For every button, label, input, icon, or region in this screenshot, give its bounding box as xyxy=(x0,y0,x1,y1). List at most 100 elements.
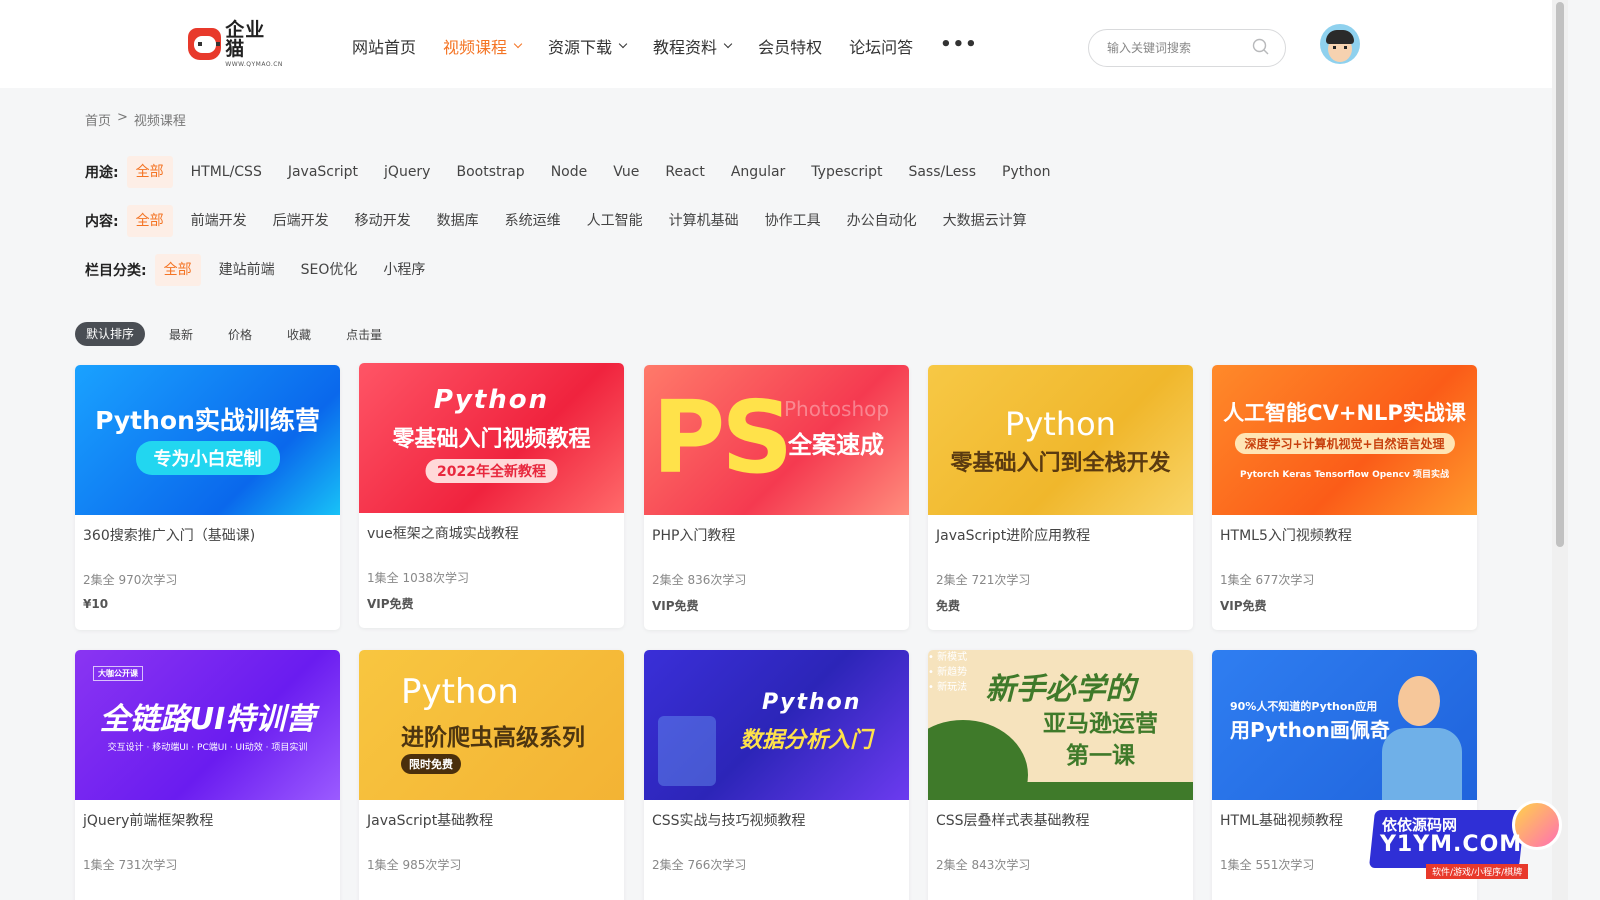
filter-option[interactable]: Sass/Less xyxy=(895,156,989,188)
course-meta: 1集全 677次学习 xyxy=(1220,573,1315,587)
course-thumbnail[interactable]: Python 零基础入门视频教程 2022年全新教程 xyxy=(359,363,624,513)
filter-label: 内容: xyxy=(85,214,119,230)
course-card[interactable]: Python 零基础入门到全栈开发 JavaScript进阶应用教程 2集全 7… xyxy=(928,365,1193,630)
course-card[interactable]: 新手必学的 亚马逊运营 第一课 • 新模式 • 新趋势 • 新玩法 CSS层叠样… xyxy=(928,650,1193,900)
course-card[interactable]: 大咖公开课 全链路UI特训营 交互设计 · 移动端UI · PC端UI · UI… xyxy=(75,650,340,900)
chevron-down-icon xyxy=(723,39,733,49)
filter-option[interactable]: Node xyxy=(538,156,601,188)
filter-option[interactable]: SEO优化 xyxy=(288,254,371,286)
breadcrumb-separator: > xyxy=(117,110,128,125)
sort-favorites[interactable]: 收藏 xyxy=(287,326,311,343)
course-thumbnail[interactable]: Python实战训练营 专为小白定制 xyxy=(75,365,340,515)
course-meta: 2集全 970次学习 xyxy=(83,573,178,587)
sort-default[interactable]: 默认排序 xyxy=(75,322,146,346)
filter-option[interactable]: 移动开发 xyxy=(342,205,424,237)
filter-option[interactable]: 建站前端 xyxy=(206,254,288,286)
filter-option[interactable]: jQuery xyxy=(371,156,443,188)
course-thumbnail[interactable]: 人工智能CV+NLP实战课 深度学习+计算机视觉+自然语言处理 Pytorch … xyxy=(1212,365,1477,515)
filter-option[interactable]: HTML/CSS xyxy=(178,156,275,188)
filter-option[interactable]: 全部 xyxy=(154,254,201,286)
cat-logo-icon xyxy=(188,28,222,60)
filter-option[interactable]: React xyxy=(652,156,717,188)
user-avatar[interactable] xyxy=(1320,24,1360,64)
filter-option[interactable]: 全部 xyxy=(126,205,173,237)
filter-option[interactable]: 全部 xyxy=(126,156,173,188)
breadcrumb-home[interactable]: 首页 xyxy=(85,110,111,129)
filter-label: 栏目分类: xyxy=(85,263,147,279)
course-thumbnail[interactable]: Python 进阶爬虫高级系列 限时免费 xyxy=(359,650,624,800)
site-logo[interactable]: 企业猫 WWW.QYMAO.CN xyxy=(188,20,284,67)
course-price: ¥10 xyxy=(83,597,109,611)
filter-option[interactable]: Bootstrap xyxy=(443,156,537,188)
course-title[interactable]: CSS实战与技巧视频教程 xyxy=(652,810,806,830)
filter-option[interactable]: 计算机基础 xyxy=(656,205,752,237)
course-thumbnail[interactable]: 大咖公开课 全链路UI特训营 交互设计 · 移动端UI · PC端UI · UI… xyxy=(75,650,340,800)
main-nav: 网站首页 视频课程 资源下载 教程资料 会员特权 论坛问答 ••• xyxy=(352,34,1005,58)
filter-option[interactable]: Python xyxy=(989,156,1064,188)
course-meta: 2集全 836次学习 xyxy=(652,573,747,587)
page-scrollbar[interactable] xyxy=(1552,0,1568,900)
course-title[interactable]: HTML5入门视频教程 xyxy=(1220,525,1352,545)
search-input[interactable] xyxy=(1107,39,1247,57)
filter-option[interactable]: 后端开发 xyxy=(260,205,342,237)
filter-content: 内容: 全部 前端开发 后端开发 移动开发 数据库 系统运维 人工智能 计算机基… xyxy=(85,205,1040,237)
course-title[interactable]: PHP入门教程 xyxy=(652,525,735,545)
sort-bar: 默认排序 最新 价格 收藏 点击量 xyxy=(75,322,417,346)
course-price: VIP免费 xyxy=(367,597,414,611)
breadcrumb: 首页 > 视频课程 xyxy=(85,110,186,129)
filter-option[interactable]: Typescript xyxy=(798,156,895,188)
filter-option[interactable]: 小程序 xyxy=(370,254,438,286)
course-card[interactable]: 人工智能CV+NLP实战课 深度学习+计算机视觉+自然语言处理 Pytorch … xyxy=(1212,365,1477,630)
breadcrumb-current: 视频课程 xyxy=(133,114,186,129)
nav-video-courses[interactable]: 视频课程 xyxy=(443,34,523,58)
filter-option[interactable]: 系统运维 xyxy=(492,205,574,237)
course-title[interactable]: JavaScript基础教程 xyxy=(367,810,493,830)
filter-option[interactable]: 人工智能 xyxy=(574,205,656,237)
course-card[interactable]: PS Photoshop 全案速成 PHP入门教程 2集全 836次学习 VIP… xyxy=(644,365,909,630)
nav-forum[interactable]: 论坛问答 xyxy=(849,34,913,58)
course-card[interactable]: Python 数据分析入门 CSS实战与技巧视频教程 2集全 766次学习 xyxy=(644,650,909,900)
course-card[interactable]: Python实战训练营 专为小白定制 360搜索推广入门（基础课) 2集全 97… xyxy=(75,365,340,630)
logo-url: WWW.QYMAO.CN xyxy=(225,60,283,68)
course-price: VIP免费 xyxy=(1220,599,1267,613)
filter-label: 用途: xyxy=(85,165,119,181)
filter-option[interactable]: 前端开发 xyxy=(178,205,260,237)
course-title[interactable]: 360搜索推广入门（基础课) xyxy=(83,525,255,545)
course-meta: 1集全 551次学习 xyxy=(1220,858,1315,872)
filter-option[interactable]: Angular xyxy=(718,156,798,188)
nav-more-button[interactable]: ••• xyxy=(940,34,978,55)
filter-option[interactable]: JavaScript xyxy=(275,156,371,188)
course-thumbnail[interactable]: Python 零基础入门到全栈开发 xyxy=(928,365,1193,515)
nav-tutorials[interactable]: 教程资料 xyxy=(653,34,733,58)
filter-option[interactable]: 办公自动化 xyxy=(834,205,930,237)
course-title[interactable]: HTML基础视频教程 xyxy=(1220,810,1343,830)
chevron-down-icon xyxy=(513,39,523,49)
course-meta: 1集全 1038次学习 xyxy=(367,571,469,585)
course-card[interactable]: Python 零基础入门视频教程 2022年全新教程 vue框架之商城实战教程 … xyxy=(359,363,624,628)
course-meta: 2集全 766次学习 xyxy=(652,858,747,872)
course-price: VIP免费 xyxy=(652,599,699,613)
sort-price[interactable]: 价格 xyxy=(228,326,252,343)
course-title[interactable]: CSS层叠样式表基础教程 xyxy=(936,810,1090,830)
course-meta: 2集全 843次学习 xyxy=(936,858,1031,872)
course-thumbnail[interactable]: PS Photoshop 全案速成 xyxy=(644,365,909,515)
course-title[interactable]: JavaScript进阶应用教程 xyxy=(936,525,1090,545)
logo-name: 企业猫 xyxy=(225,18,266,60)
course-thumbnail[interactable]: Python 数据分析入门 xyxy=(644,650,909,800)
sort-latest[interactable]: 最新 xyxy=(169,326,193,343)
filter-option[interactable]: 数据库 xyxy=(424,205,492,237)
nav-vip[interactable]: 会员特权 xyxy=(758,34,822,58)
course-title[interactable]: vue框架之商城实战教程 xyxy=(367,523,519,543)
scrollbar-thumb[interactable] xyxy=(1556,2,1564,547)
filter-option[interactable]: 协作工具 xyxy=(752,205,834,237)
course-title[interactable]: jQuery前端框架教程 xyxy=(83,810,213,830)
filter-option[interactable]: Vue xyxy=(600,156,652,188)
course-thumbnail[interactable]: 90%人不知道的Python应用 用Python画佩奇 xyxy=(1212,650,1477,800)
search-icon[interactable] xyxy=(1252,38,1269,55)
course-thumbnail[interactable]: 新手必学的 亚马逊运营 第一课 • 新模式 • 新趋势 • 新玩法 xyxy=(928,650,1193,800)
course-card[interactable]: Python 进阶爬虫高级系列 限时免费 JavaScript基础教程 1集全 … xyxy=(359,650,624,900)
filter-option[interactable]: 大数据云计算 xyxy=(930,205,1040,237)
nav-resource-download[interactable]: 资源下载 xyxy=(548,34,628,58)
sort-clicks[interactable]: 点击量 xyxy=(346,326,382,343)
nav-home[interactable]: 网站首页 xyxy=(352,34,416,58)
